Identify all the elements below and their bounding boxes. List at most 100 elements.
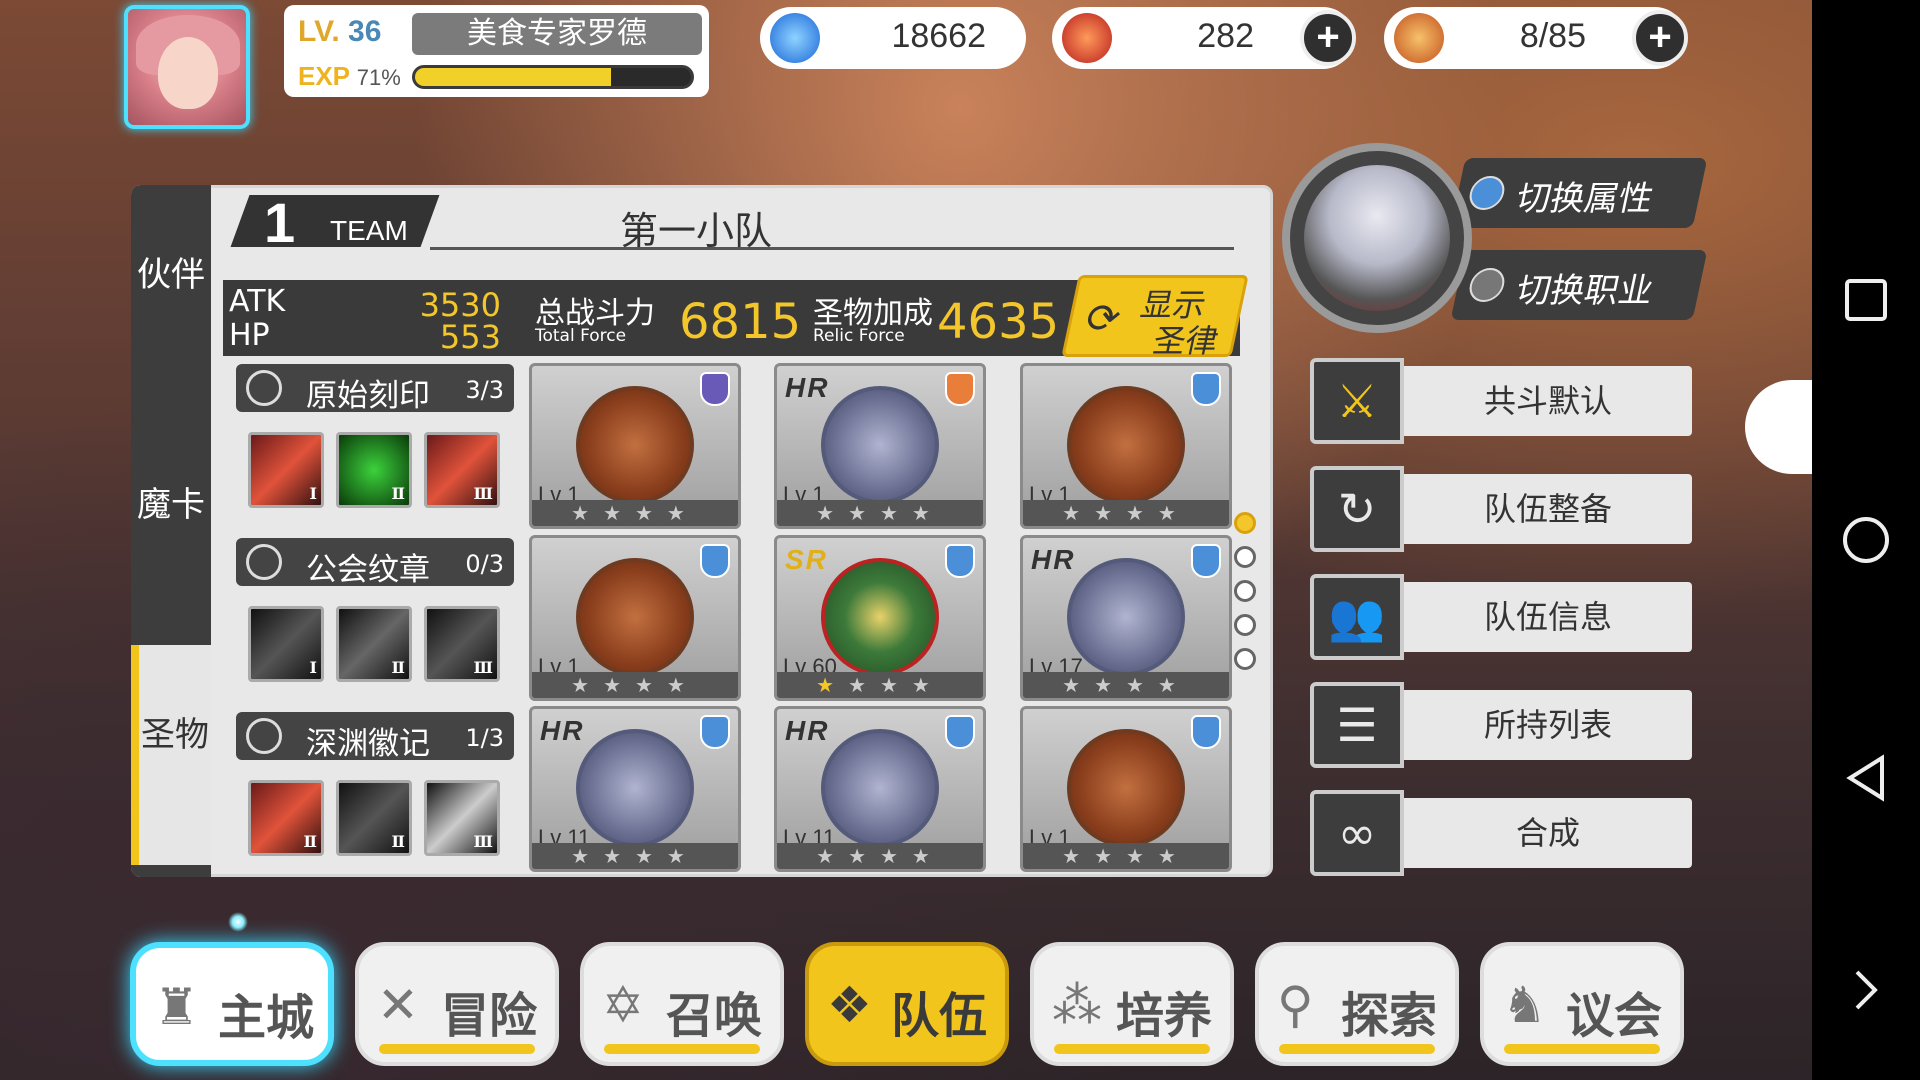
team-setup-button[interactable]: ↻ 队伍整备: [1310, 466, 1692, 552]
relic-card[interactable]: HR Lv 17 ★★★★: [1020, 535, 1232, 701]
switch-attribute-label: 切换属性: [1512, 179, 1657, 219]
page-dot[interactable]: [1234, 648, 1256, 670]
attribute-gem-icon: [945, 544, 975, 578]
page-dot[interactable]: [1234, 580, 1256, 602]
page-dot[interactable]: [1234, 546, 1256, 568]
medal-icon: [1067, 729, 1185, 847]
attribute-icon: [1466, 176, 1508, 210]
attribute-gem-icon: [945, 715, 975, 749]
add-stamina-button[interactable]: +: [1632, 10, 1688, 66]
group-name: 公会纹章: [306, 552, 430, 588]
switch-class-button[interactable]: 切换职业: [1450, 250, 1708, 320]
tab-relic[interactable]: 圣物: [131, 645, 211, 865]
team-number: 1: [264, 191, 296, 254]
relic-card[interactable]: SR Lv 60 ★★★★: [774, 535, 986, 701]
player-info-panel: LV. 36 美食专家罗德 EXP 71%: [284, 5, 709, 97]
relic-slot[interactable]: Ⅲ: [424, 780, 500, 856]
tab-partner[interactable]: 伙伴: [131, 255, 211, 335]
home-circle-icon[interactable]: [1842, 516, 1890, 564]
nav-team[interactable]: ❖ 队伍: [805, 942, 1009, 1066]
show-relic-law-button[interactable]: ⟳ 显示 圣律: [1061, 275, 1249, 360]
group-header: 深渊徽记 1/3: [236, 712, 514, 762]
switch-attribute-button[interactable]: 切换属性: [1450, 158, 1708, 228]
relic-card[interactable]: HR Lv 11 ★★★★: [529, 706, 741, 872]
group-name: 原始刻印: [306, 378, 430, 414]
star-rating: ★★★★: [777, 672, 983, 698]
nav-label: 培养: [1116, 988, 1213, 1044]
relic-slot[interactable]: Ⅰ: [248, 432, 324, 508]
nav-council[interactable]: ♞ 议会: [1480, 942, 1684, 1066]
android-nav-bar: [1812, 0, 1920, 1080]
leader-face: [1304, 165, 1450, 311]
relic-card[interactable]: Lv 1 ★★★★: [529, 535, 741, 701]
player-avatar[interactable]: [124, 5, 250, 129]
attribute-gem-icon: [1191, 544, 1221, 578]
medal-icon: [1067, 386, 1185, 504]
page-dot[interactable]: [1234, 614, 1256, 636]
relic-slot[interactable]: Ⅰ: [248, 606, 324, 682]
nav-underline: [604, 1044, 760, 1054]
nav-underline: [379, 1044, 535, 1054]
coop-default-button[interactable]: ⚔ 共斗默认: [1310, 358, 1692, 444]
nav-training[interactable]: ⁂ 培养: [1030, 942, 1234, 1066]
relic-card[interactable]: Lv 1 ★★★★: [1020, 706, 1232, 872]
guild-crest-icon: [246, 544, 282, 580]
team-info-button[interactable]: 👥 队伍信息: [1310, 574, 1692, 660]
red-gem-icon: [1062, 13, 1112, 63]
floating-handle[interactable]: [1745, 380, 1819, 474]
relic-slot[interactable]: Ⅲ: [424, 432, 500, 508]
owned-list-label: 所持列表: [1404, 690, 1692, 760]
star-rating: ★★★★: [777, 500, 983, 526]
page-dot[interactable]: [1234, 512, 1256, 534]
relic-card[interactable]: Lv 1 ★★★★: [1020, 363, 1232, 529]
exp-label: EXP 71%: [298, 61, 401, 91]
medal-icon: [576, 729, 694, 847]
star-rating: ★★★★: [532, 843, 738, 869]
relic-sublabel: Relic Force: [813, 326, 905, 346]
back-triangle-icon[interactable]: [1842, 754, 1890, 802]
slot-numeral: Ⅱ: [391, 658, 405, 677]
tab-magic-card[interactable]: 魔卡: [131, 485, 211, 565]
team-emblem-icon: ❖: [827, 976, 872, 1034]
relic-slot[interactable]: Ⅱ: [336, 432, 412, 508]
nav-main-city[interactable]: ♜ 主城: [130, 942, 334, 1066]
castle-icon: ♜: [154, 978, 199, 1036]
add-gems-button[interactable]: +: [1300, 10, 1356, 66]
medal-icon: [821, 386, 939, 504]
recent-apps-icon[interactable]: [1842, 276, 1890, 324]
nav-adventure[interactable]: ✕ 冒险: [355, 942, 559, 1066]
relic-slot[interactable]: Ⅲ: [424, 606, 500, 682]
owned-list-button[interactable]: ☰ 所持列表: [1310, 682, 1692, 768]
rarity-badge: HR: [785, 372, 830, 403]
stamina-value: 8/85: [1519, 17, 1586, 55]
attribute-gem-icon: [1191, 715, 1221, 749]
rarity-badge: SR: [785, 544, 828, 575]
refresh-icon: ⟳: [1081, 296, 1125, 342]
hotdog-icon: [1394, 13, 1444, 63]
slot-numeral: Ⅲ: [473, 484, 493, 503]
lion-icon: ♞: [1502, 976, 1547, 1034]
medal-icon: [576, 558, 694, 676]
nav-label: 队伍: [891, 988, 988, 1044]
nav-explore[interactable]: ⚲ 探索: [1255, 942, 1459, 1066]
nav-summon[interactable]: ✡ 召唤: [580, 942, 784, 1066]
coop-default-label: 共斗默认: [1404, 366, 1692, 436]
chevron-right-icon[interactable]: [1842, 966, 1890, 1014]
star-rating: ★★★★: [1023, 500, 1229, 526]
relic-slot[interactable]: Ⅱ: [336, 780, 412, 856]
star-rating: ★★★★: [1023, 843, 1229, 869]
relic-card[interactable]: HR Lv 1 ★★★★: [774, 363, 986, 529]
triple-circle-icon: ⁂: [1052, 976, 1102, 1034]
nav-label: 主城: [218, 990, 315, 1046]
relic-slot[interactable]: Ⅱ: [336, 606, 412, 682]
relic-card[interactable]: HR Lv 11 ★★★★: [774, 706, 986, 872]
leader-portrait[interactable]: [1282, 143, 1472, 333]
nav-underline: [1504, 1044, 1660, 1054]
slot-numeral: Ⅲ: [473, 658, 493, 677]
synthesis-button[interactable]: ∞ 合成: [1310, 790, 1692, 876]
slot-numeral: Ⅱ: [391, 832, 405, 851]
relic-card[interactable]: Lv 1 ★★★★: [529, 363, 741, 529]
star-rating: ★★★★: [532, 500, 738, 526]
slot-numeral: Ⅱ: [391, 484, 405, 503]
relic-slot[interactable]: Ⅱ: [248, 780, 324, 856]
